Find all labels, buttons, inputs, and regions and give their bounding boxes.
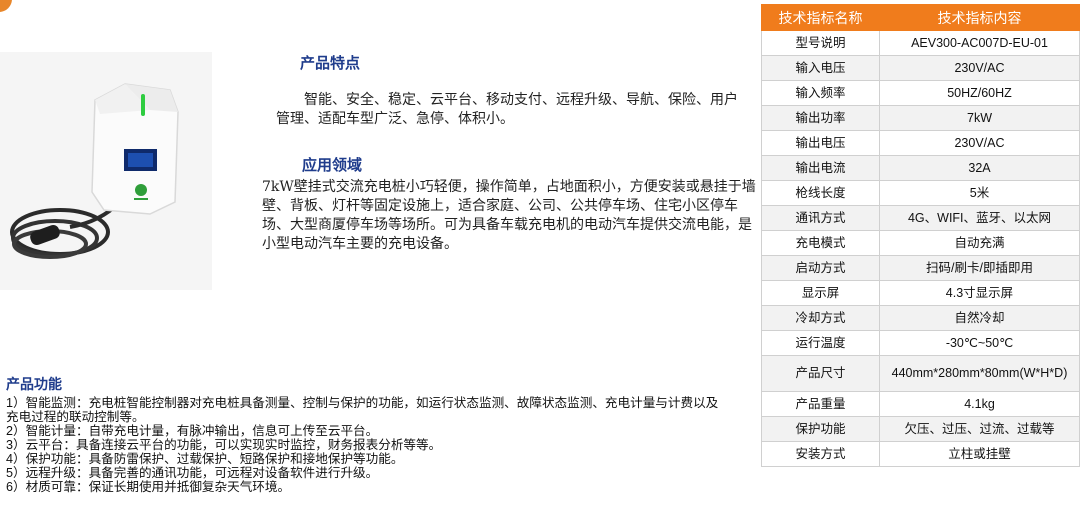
spec-row: 启动方式 扫码/刷卡/即插即用 <box>761 255 1080 281</box>
spec-name: 型号说明 <box>761 30 880 56</box>
spec-name: 输入频率 <box>761 80 880 106</box>
spec-table: 技术指标名称 技术指标内容 型号说明 AEV300-AC007D-EU-01 输入… <box>761 4 1080 467</box>
spec-value: 4.3寸显示屏 <box>879 280 1080 306</box>
spec-name: 输入电压 <box>761 55 880 81</box>
function-item: 5）远程升级：具备完善的通讯功能，可远程对设备软件进行升级。 <box>6 466 379 480</box>
spec-row: 运行温度 -30℃~50℃ <box>761 330 1080 356</box>
function-item: 1）智能监测：充电桩智能控制器对充电桩具备测量、控制与保护的功能，如运行状态监测… <box>6 396 719 424</box>
spec-name: 冷却方式 <box>761 305 880 331</box>
spec-value: 7kW <box>879 105 1080 131</box>
spec-name: 产品重量 <box>761 391 880 417</box>
application-title: 应用领域 <box>302 156 363 174</box>
spec-row: 输入频率 50HZ/60HZ <box>761 80 1080 106</box>
spec-value: 4G、WIFI、蓝牙、以太网 <box>879 205 1080 231</box>
orange-circle-mark <box>0 0 12 12</box>
spec-row: 产品重量 4.1kg <box>761 391 1080 417</box>
functions-list: 1）智能监测：充电桩智能控制器对充电桩具备测量、控制与保护的功能，如运行状态监测… <box>6 396 726 494</box>
spec-header-name: 技术指标名称 <box>761 4 880 31</box>
spec-row: 枪线长度 5米 <box>761 180 1080 206</box>
ev-wall-charger-image <box>0 52 212 290</box>
spec-value: 50HZ/60HZ <box>879 80 1080 106</box>
spec-row: 输出电压 230V/AC <box>761 130 1080 156</box>
spec-row: 保护功能 欠压、过压、过流、过载等 <box>761 416 1080 442</box>
application-text: 7kW壁挂式交流充电桩小巧轻便，操作简单，占地面积小，方便安装或悬挂于墙壁、背板… <box>262 179 756 252</box>
function-item: 4）保护功能：具备防雷保护、过载保护、短路保护和接地保护等功能。 <box>6 452 404 466</box>
features-text: 智能、安全、稳定、云平台、移动支付、远程升级、导航、保险、用户管理、适配车型广泛… <box>276 92 738 127</box>
spec-value: 5米 <box>879 180 1080 206</box>
spec-value: AEV300-AC007D-EU-01 <box>879 30 1080 56</box>
spec-name: 安装方式 <box>761 441 880 467</box>
spec-name: 通讯方式 <box>761 205 880 231</box>
spec-row: 型号说明 AEV300-AC007D-EU-01 <box>761 30 1080 56</box>
spec-row: 充电模式 自动充满 <box>761 230 1080 256</box>
features-title: 产品特点 <box>300 54 361 72</box>
spec-value: -30℃~50℃ <box>879 330 1080 356</box>
function-item: 2）智能计量：自带充电计量，有脉冲输出，信息可上传至云平台。 <box>6 424 379 438</box>
spec-row: 输出电流 32A <box>761 155 1080 181</box>
spec-value: 32A <box>879 155 1080 181</box>
spec-row: 输出功率 7kW <box>761 105 1080 131</box>
spec-table-header: 技术指标名称 技术指标内容 <box>761 4 1080 31</box>
spec-value: 4.1kg <box>879 391 1080 417</box>
spec-row: 显示屏 4.3寸显示屏 <box>761 280 1080 306</box>
spec-row: 产品尺寸 440mm*280mm*80mm(W*H*D) <box>761 355 1080 392</box>
spec-header-content: 技术指标内容 <box>879 4 1080 31</box>
function-item: 3）云平台：具备连接云平台的功能，可以实现实时监控，财务报表分析等等。 <box>6 438 442 452</box>
spec-value: 440mm*280mm*80mm(W*H*D) <box>879 355 1080 392</box>
spec-value: 欠压、过压、过流、过载等 <box>879 416 1080 442</box>
ev-charger-product-image <box>0 52 212 290</box>
spec-name: 运行温度 <box>761 330 880 356</box>
spec-row: 通讯方式 4G、WIFI、蓝牙、以太网 <box>761 205 1080 231</box>
functions-title: 产品功能 <box>6 377 62 393</box>
spec-value: 自动充满 <box>879 230 1080 256</box>
spec-name: 显示屏 <box>761 280 880 306</box>
spec-name: 输出功率 <box>761 105 880 131</box>
function-item: 6）材质可靠：保证长期使用并抵御复杂天气环境。 <box>6 480 291 494</box>
spec-value: 自然冷却 <box>879 305 1080 331</box>
spec-row: 输入电压 230V/AC <box>761 55 1080 81</box>
spec-name: 保护功能 <box>761 416 880 442</box>
spec-name: 枪线长度 <box>761 180 880 206</box>
spec-row: 安装方式 立柱或挂壁 <box>761 441 1080 467</box>
spec-name: 产品尺寸 <box>761 355 880 392</box>
spec-value: 立柱或挂壁 <box>879 441 1080 467</box>
spec-value: 扫码/刷卡/即插即用 <box>879 255 1080 281</box>
spec-value: 230V/AC <box>879 130 1080 156</box>
spec-value: 230V/AC <box>879 55 1080 81</box>
spec-name: 启动方式 <box>761 255 880 281</box>
spec-name: 充电模式 <box>761 230 880 256</box>
spec-row: 冷却方式 自然冷却 <box>761 305 1080 331</box>
spec-name: 输出电压 <box>761 130 880 156</box>
spec-name: 输出电流 <box>761 155 880 181</box>
